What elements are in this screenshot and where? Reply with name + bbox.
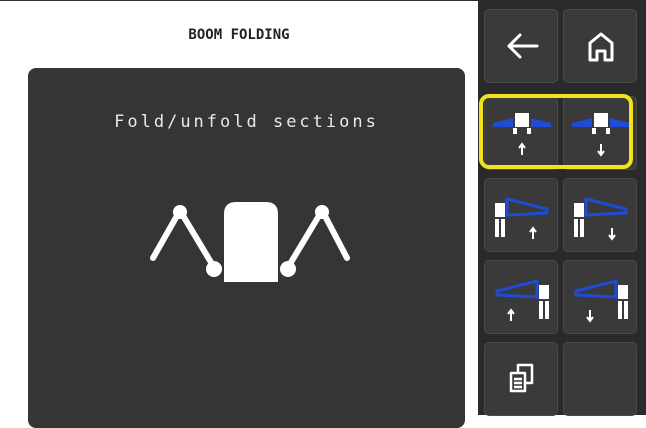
boom-arms-icon — [150, 202, 350, 282]
boom-both-down-icon — [572, 113, 630, 157]
panel-title: Fold/unfold sections — [114, 112, 379, 132]
home-button[interactable] — [563, 9, 637, 83]
boom-both-up-icon — [493, 113, 551, 155]
main-content: BOOM FOLDING Fold/unfold sections — [0, 0, 478, 428]
fold-left-up-button[interactable] — [484, 178, 558, 252]
empty-button[interactable] — [563, 342, 637, 416]
arrow-left-icon — [507, 33, 539, 59]
home-icon — [588, 32, 614, 62]
sidebar — [478, 0, 646, 416]
boom-left-down-icon — [574, 197, 628, 241]
copy-icon — [509, 363, 534, 393]
fold-all-up-button[interactable] — [484, 96, 558, 170]
fold-left-down-button[interactable] — [563, 178, 637, 252]
boom-right-down-icon — [574, 279, 628, 323]
fold-right-down-button[interactable] — [563, 260, 637, 334]
page-title: BOOM FOLDING — [188, 27, 290, 43]
copy-button[interactable] — [484, 342, 558, 416]
fold-all-down-button[interactable] — [563, 96, 637, 170]
fold-right-up-button[interactable] — [484, 260, 558, 334]
back-button[interactable] — [484, 9, 558, 83]
fold-panel: Fold/unfold sections — [28, 68, 465, 428]
boom-left-up-icon — [495, 197, 549, 239]
boom-folding-screen: BOOM FOLDING Fold/unfold sections — [0, 0, 646, 428]
boom-right-up-icon — [495, 279, 549, 321]
